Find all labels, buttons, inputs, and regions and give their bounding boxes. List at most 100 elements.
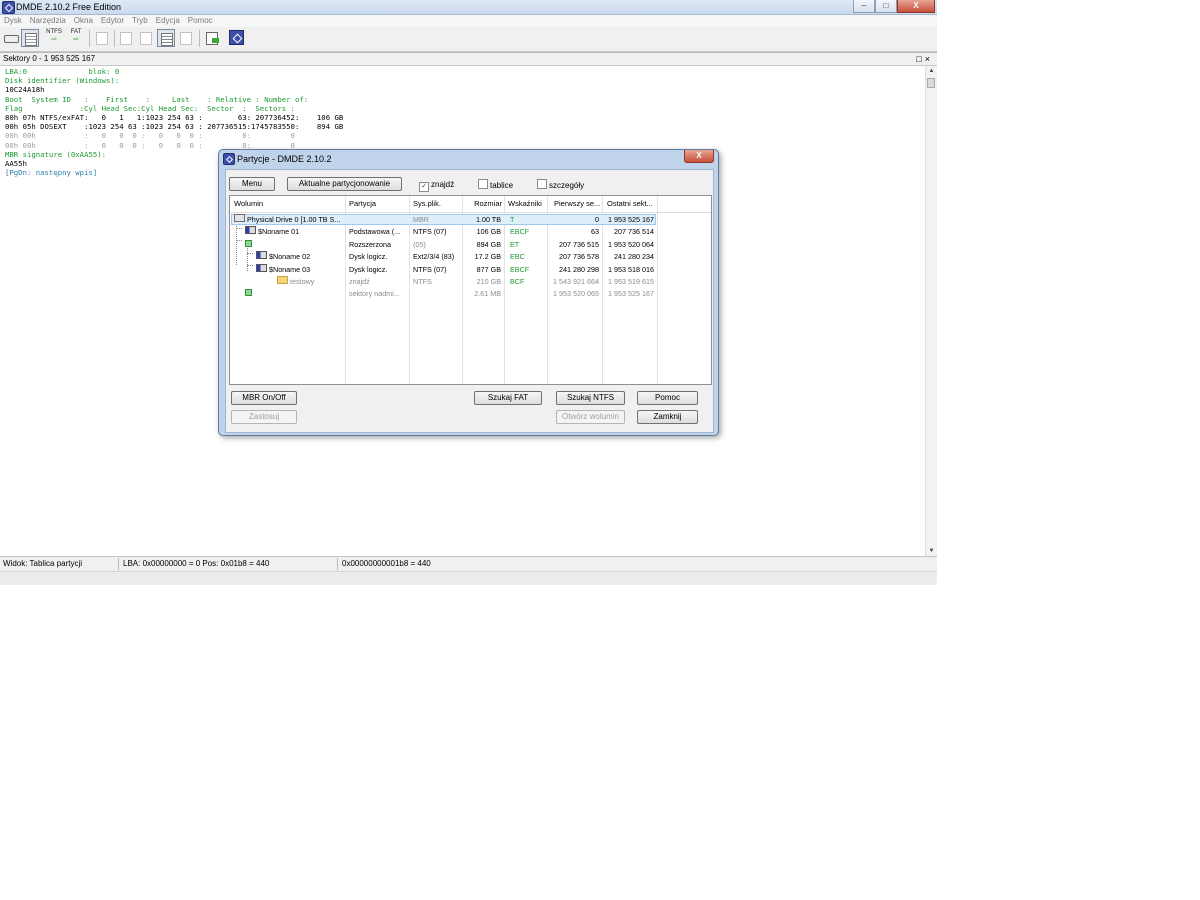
pane-window-controls[interactable]: □× xyxy=(916,53,933,65)
menu-edytor[interactable]: Edytor xyxy=(97,15,128,27)
checkbox-details-label: szczegóły xyxy=(549,181,585,190)
dialog-body: Menu Aktualne partycjonowanie ✓ znajdź ta… xyxy=(225,169,714,433)
volume-cell xyxy=(245,288,342,300)
size-cell: 106 GB xyxy=(476,227,501,237)
checkbox-find[interactable]: ✓ znajdź xyxy=(419,179,455,192)
menu-narzedzia[interactable]: Narzędzia xyxy=(26,15,70,27)
first-sector-cell: 207 736 578 xyxy=(559,252,599,262)
vertical-scrollbar[interactable]: ▲ ▼ xyxy=(925,66,937,556)
checkbox-checked-icon: ✓ xyxy=(419,182,429,192)
last-sector-cell: 1 953 525 167 xyxy=(608,289,654,299)
volume-cell: testowy xyxy=(277,276,342,288)
column-header-partition[interactable]: Partycja xyxy=(349,196,407,212)
text-line: 10C24A18h xyxy=(5,85,45,95)
scroll-down-icon[interactable]: ▼ xyxy=(926,546,937,556)
checkbox-details[interactable]: szczegóły xyxy=(537,179,584,190)
tree-view-button[interactable] xyxy=(117,29,135,47)
partition-row[interactable]: sektory nadmi... 2.61 MB 1 953 520 065 1 95… xyxy=(230,288,711,300)
disk-image-button[interactable] xyxy=(93,29,111,47)
menu-okna[interactable]: Okna xyxy=(70,15,97,27)
partition-list-icon xyxy=(25,33,37,46)
text-line: 80h 07h NTFS/exFAT: 0 1 1:1023 254 63 : … xyxy=(5,112,344,122)
dmde-logo-icon xyxy=(229,30,244,45)
last-sector-cell: 207 736 514 xyxy=(614,227,654,237)
mbr-onoff-button[interactable]: MBR On/Off xyxy=(231,391,297,405)
magnifier-icon xyxy=(180,32,192,45)
text-line: Boot System ID : First : Last : Relative… xyxy=(5,94,309,104)
menu-bar: Dysk Narzędzia Okna Edytor Tryb Edycja Pomoc xyxy=(0,15,937,27)
partition-row[interactable]: Physical Drive 0 [1.00 TB S... MBR 1.00 TB… xyxy=(230,214,711,226)
flags-cell: EBCF xyxy=(510,227,530,237)
drive-select-button[interactable] xyxy=(2,29,20,47)
search-fat-button[interactable]: Szukaj FAT xyxy=(474,391,542,405)
column-header-filesystem[interactable]: Sys.plik. xyxy=(413,196,461,212)
close-button[interactable]: X xyxy=(897,0,935,13)
partition-row[interactable]: testowy znajdź NTFS 210 GB BCF 1 543 921 664 1… xyxy=(230,276,711,288)
current-partitioning-button[interactable]: Aktualne partycjonowanie xyxy=(287,177,402,191)
dmde-main-window: DMDE 2.10.2 Free Edition – □ X Dysk Narzę… xyxy=(0,0,937,585)
last-sector-cell: 241 280 234 xyxy=(614,252,654,262)
green-arrow-icon xyxy=(212,38,219,43)
last-sector-cell: 1 953 520 064 xyxy=(608,239,654,249)
volume-name: testowy xyxy=(290,277,315,286)
toolbar-separator xyxy=(114,30,115,47)
help-button[interactable]: Pomoc xyxy=(637,391,698,405)
volume-name: Physical Drive 0 [1.00 TB S... xyxy=(247,215,341,224)
apply-button[interactable]: Zastosuj xyxy=(231,410,297,424)
menu-pomoc[interactable]: Pomoc xyxy=(184,15,217,27)
partition-row[interactable]: $Noname 03 Dysk logicz. NTFS (07) 877 GB EBC… xyxy=(230,263,711,276)
column-header-first-sector[interactable]: Pierwszy se... xyxy=(554,196,600,212)
partition-type-cell: Dysk logicz. xyxy=(349,264,388,274)
last-sector-cell: 1 953 525 167 xyxy=(608,215,654,224)
column-header-flags[interactable]: Wskaźniki xyxy=(508,196,546,212)
checkbox-find-label: znajdź xyxy=(431,180,455,189)
close-dialog-button[interactable]: Zamknij xyxy=(637,410,698,424)
partition-row[interactable]: $Noname 02 Dysk logicz. Ext2/3/4 (83) 17.2 … xyxy=(230,251,711,263)
filesystem-cell: (05) xyxy=(413,239,426,249)
fat-search-button[interactable]: FAT ⇨ xyxy=(66,29,86,47)
menu-edycja[interactable]: Edycja xyxy=(152,15,184,27)
column-header-volume[interactable]: Wolumin xyxy=(234,196,342,212)
toolbar: NTFS ⇨ FAT ⇨ xyxy=(0,27,937,52)
ntfs-arrow-icon: ⇨ xyxy=(51,36,57,43)
first-sector-cell: 1 543 921 664 xyxy=(553,277,599,286)
partition-row[interactable]: $Noname 01 Podstawowa (... NTFS (07) 106 GB… xyxy=(230,226,711,238)
menu-button[interactable]: Menu xyxy=(229,177,275,191)
partition-type-cell xyxy=(349,214,407,226)
menu-dysk[interactable]: Dysk xyxy=(0,15,26,27)
size-cell: 894 GB xyxy=(476,239,501,249)
scroll-up-icon[interactable]: ▲ xyxy=(926,66,937,76)
column-header-size[interactable]: Rozmiar xyxy=(464,196,502,212)
list-view-button[interactable] xyxy=(137,29,155,47)
search-ntfs-button[interactable]: Szukaj NTFS xyxy=(556,391,625,405)
sector-range-label: Sektory 0 - 1 953 525 167 xyxy=(3,54,96,63)
flags-cell: EBC xyxy=(510,252,525,262)
column-header-last-sector[interactable]: Ostatni sekt... xyxy=(607,196,655,212)
partitions-button[interactable] xyxy=(21,29,39,47)
scroll-thumb[interactable] xyxy=(927,78,935,88)
filesystem-cell: MBR xyxy=(413,215,429,224)
menu-tryb[interactable]: Tryb xyxy=(128,15,152,27)
open-volume-button[interactable]: Otwórz wolumin xyxy=(556,410,625,424)
checkbox-tables[interactable]: tablice xyxy=(478,179,513,190)
filesystem-cell: Ext2/3/4 (83) xyxy=(413,252,455,262)
table-icon xyxy=(161,33,173,46)
copy-sectors-button[interactable] xyxy=(203,29,221,47)
maximize-button[interactable]: □ xyxy=(875,0,897,13)
partitions-list[interactable]: Wolumin Partycja Sys.plik. Rozmiar Wskaź… xyxy=(229,195,712,385)
ntfs-search-button[interactable]: NTFS ⇨ xyxy=(44,29,64,47)
search-view-button[interactable] xyxy=(177,29,195,47)
partition-icon xyxy=(256,263,267,272)
partition-row[interactable]: Rozszerzona (05) 894 GB ET 207 736 515 1 953 … xyxy=(230,239,711,251)
status-offset: 0x00000000001b8 = 440 xyxy=(342,559,431,568)
text-line: 00h 00h : 0 0 0 : 0 0 0 : 0: 0 xyxy=(5,131,295,141)
minimize-button[interactable]: – xyxy=(853,0,875,13)
size-cell: 210 GB xyxy=(476,277,501,286)
window-title: DMDE 2.10.2 Free Edition xyxy=(16,2,122,12)
partition-type-cell: Podstawowa (... xyxy=(349,227,401,237)
dialog-close-button[interactable]: X xyxy=(684,150,714,163)
flags-cell: T xyxy=(510,215,515,224)
dmde-logo-button[interactable] xyxy=(228,29,246,47)
table-view-button[interactable] xyxy=(157,29,175,47)
dmde-app-icon xyxy=(2,1,15,14)
